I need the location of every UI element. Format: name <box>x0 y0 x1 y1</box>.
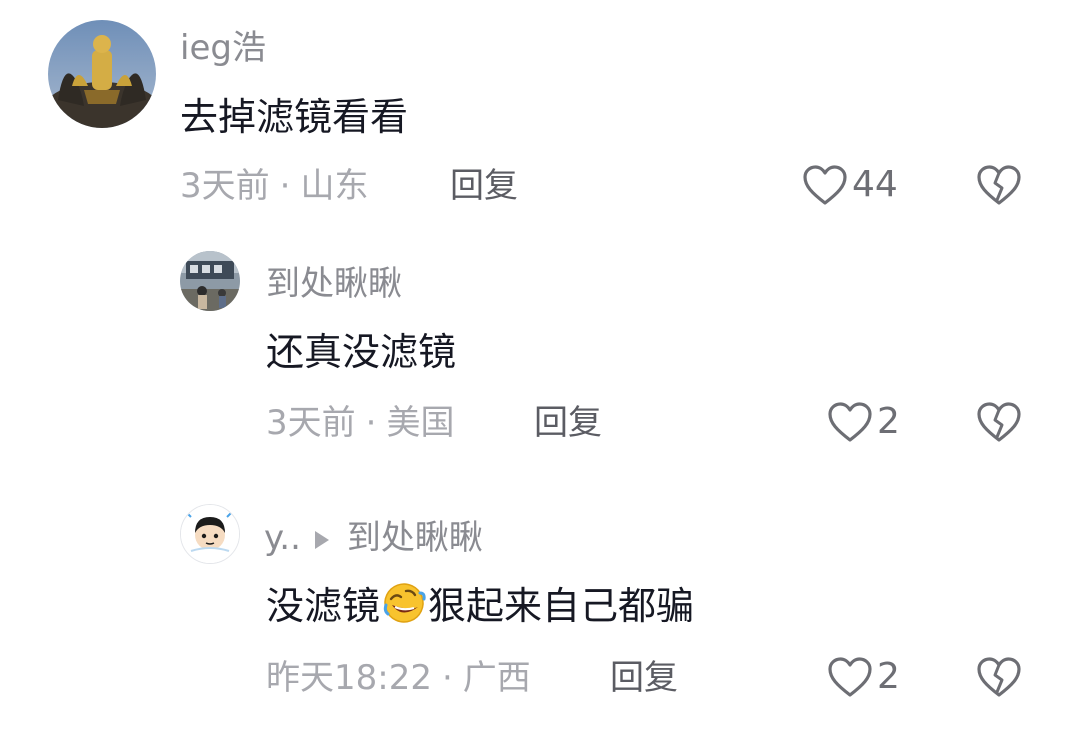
like-count: 44 <box>852 164 898 205</box>
reply-location: 广西 <box>462 658 531 698</box>
reply-to-arrow-icon <box>314 530 329 549</box>
reply-item: y.. 到处瞅瞅 没滤镜 狠起来自己都骗 昨天18:22 · 广西 回复 2 <box>0 496 1080 746</box>
avatar[interactable] <box>48 20 156 128</box>
rofl-emoji-icon <box>383 583 426 623</box>
heart-icon <box>828 402 872 442</box>
comment-username[interactable]: ieg浩 <box>180 28 266 68</box>
reply-text-part: 狠起来自己都骗 <box>428 584 695 628</box>
like-button[interactable]: 2 <box>827 401 900 443</box>
like-count: 2 <box>877 401 900 442</box>
comment-meta: 3天前 · 山东 <box>180 166 368 206</box>
reply-username[interactable]: 到处瞅瞅 <box>266 264 402 304</box>
broken-heart-icon <box>977 657 1021 697</box>
cartoon-boy-avatar-image <box>181 505 239 563</box>
street-avatar-image <box>180 251 240 311</box>
like-button[interactable]: 44 <box>802 164 898 206</box>
reply-item: 到处瞅瞅 还真没滤镜 3天前 · 美国 回复 2 <box>0 240 1080 480</box>
reply-username: y.. 到处瞅瞅 <box>264 518 483 558</box>
reply-time: 3天前 <box>266 403 356 443</box>
reply-button[interactable]: 回复 <box>450 166 518 206</box>
reply-to-username[interactable]: 到处瞅瞅 <box>347 518 483 558</box>
heart-icon <box>828 657 872 697</box>
reply-text: 还真没滤镜 <box>266 330 457 374</box>
dislike-button[interactable] <box>976 164 1022 210</box>
reply-time: 昨天18:22 <box>266 658 432 698</box>
reply-button[interactable]: 回复 <box>534 403 602 443</box>
reply-meta: 昨天18:22 · 广西 <box>266 658 531 698</box>
reply-username-text[interactable]: y.. <box>264 518 301 558</box>
broken-heart-icon <box>977 165 1021 205</box>
comment-text: 去掉滤镜看看 <box>180 95 409 139</box>
statue-avatar-image <box>48 20 156 128</box>
dislike-button[interactable] <box>976 401 1022 447</box>
meta-separator: · <box>441 658 453 698</box>
reply-meta: 3天前 · 美国 <box>266 403 454 443</box>
heart-icon <box>803 165 847 205</box>
comment-location: 山东 <box>300 166 369 206</box>
broken-heart-icon <box>977 402 1021 442</box>
reply-text: 没滤镜 狠起来自己都骗 <box>266 581 694 629</box>
meta-separator: · <box>365 403 377 443</box>
dislike-button[interactable] <box>976 656 1022 702</box>
reply-text-part: 没滤镜 <box>266 584 381 628</box>
avatar[interactable] <box>180 251 240 311</box>
reply-location: 美国 <box>386 403 455 443</box>
like-count: 2 <box>877 656 900 697</box>
like-button[interactable]: 2 <box>827 656 900 698</box>
meta-separator: · <box>279 166 291 206</box>
comment-time: 3天前 <box>180 166 270 206</box>
reply-button[interactable]: 回复 <box>610 658 678 698</box>
avatar[interactable] <box>180 504 240 564</box>
comment-item: ieg浩 去掉滤镜看看 3天前 · 山东 回复 44 <box>0 0 1080 230</box>
